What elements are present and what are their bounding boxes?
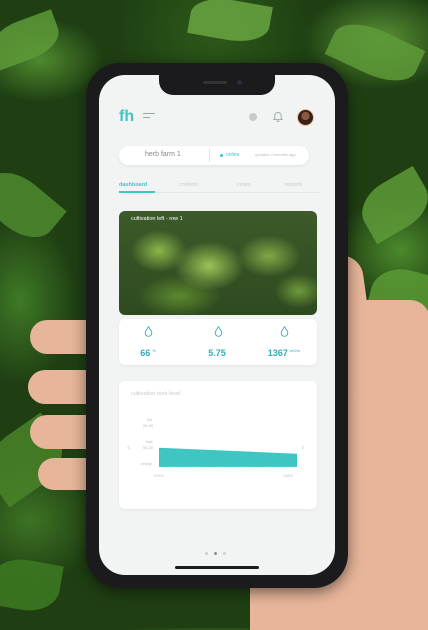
tank-card-title: cultivation tank level — [131, 391, 181, 397]
page-indicator — [205, 552, 229, 556]
water-drop-icon — [144, 326, 152, 337]
tank-level-area — [159, 447, 297, 467]
x-axis-label: 13/01 — [283, 473, 294, 478]
background-leaf — [0, 9, 65, 71]
status-dot-icon[interactable] — [249, 113, 257, 121]
page-dot[interactable] — [205, 552, 208, 555]
online-status-icon — [220, 154, 223, 157]
x-axis-label: 07/01 — [154, 473, 165, 478]
online-status: online — [226, 152, 240, 158]
water-drop-icon — [214, 326, 222, 337]
y-axis-label: full — [147, 417, 153, 422]
stat-humidity: 66% — [123, 324, 173, 358]
bell-icon[interactable] — [272, 111, 284, 123]
chevron-right-icon[interactable]: › — [301, 442, 304, 453]
background-leaf — [352, 165, 428, 245]
tab-crops[interactable]: crops — [237, 182, 250, 188]
y-axis-label: empty — [141, 461, 152, 466]
tank-level-chart — [159, 447, 297, 468]
farm-name: herb farm 1 — [145, 151, 181, 158]
speaker-grille — [203, 81, 227, 84]
stat-value: 1367 — [267, 348, 288, 358]
stat-value: 5.75 — [208, 348, 226, 358]
phone-screen: fh herb farm 1 online updated 2 minutes … — [99, 75, 335, 575]
stat-value: 66 — [140, 348, 151, 358]
tab-reports[interactable]: reports — [285, 182, 302, 188]
background-leaf — [0, 554, 64, 616]
tab-controls[interactable]: controls — [179, 182, 198, 188]
page-dot[interactable] — [223, 552, 226, 555]
active-tab-indicator — [119, 191, 155, 193]
tank-level-card: cultivation tank level ‹ › full 06-30 ha… — [119, 381, 317, 509]
stat-conductivity: 1367 mS/m — [259, 324, 309, 358]
last-updated: updated 2 minutes ago — [255, 152, 296, 157]
background-leaf — [0, 160, 67, 250]
photo-card-title: cultivation left - row 1 — [131, 216, 183, 222]
crop-photo-card[interactable]: cultivation left - row 1 — [119, 211, 317, 315]
stat-ph: 5.75 — [193, 324, 243, 358]
y-axis-label: 06-30 — [143, 423, 154, 428]
phone-notch — [159, 75, 275, 95]
stat-unit: mS/m — [289, 348, 301, 353]
avatar[interactable] — [297, 109, 314, 126]
y-axis-label: 06-30 — [143, 445, 154, 450]
tab-bar: dashboard controls crops reports — [119, 180, 319, 194]
background-leaf — [187, 0, 273, 47]
y-axis-label: half — [146, 439, 153, 444]
farm-selector[interactable]: herb farm 1 online updated 2 minutes ago — [119, 146, 309, 165]
page-dot-active[interactable] — [214, 552, 217, 555]
water-drop-icon — [280, 326, 288, 337]
front-camera — [237, 80, 242, 85]
chevron-left-icon[interactable]: ‹ — [127, 442, 130, 453]
tab-dashboard[interactable]: dashboard — [119, 182, 147, 188]
stat-unit: % — [152, 348, 156, 353]
divider — [209, 149, 210, 162]
app-logo[interactable]: fh — [119, 108, 134, 126]
home-indicator[interactable] — [175, 566, 259, 569]
stats-card: 66% 5.75 1367 mS/m — [119, 319, 317, 365]
menu-icon[interactable] — [143, 113, 155, 121]
